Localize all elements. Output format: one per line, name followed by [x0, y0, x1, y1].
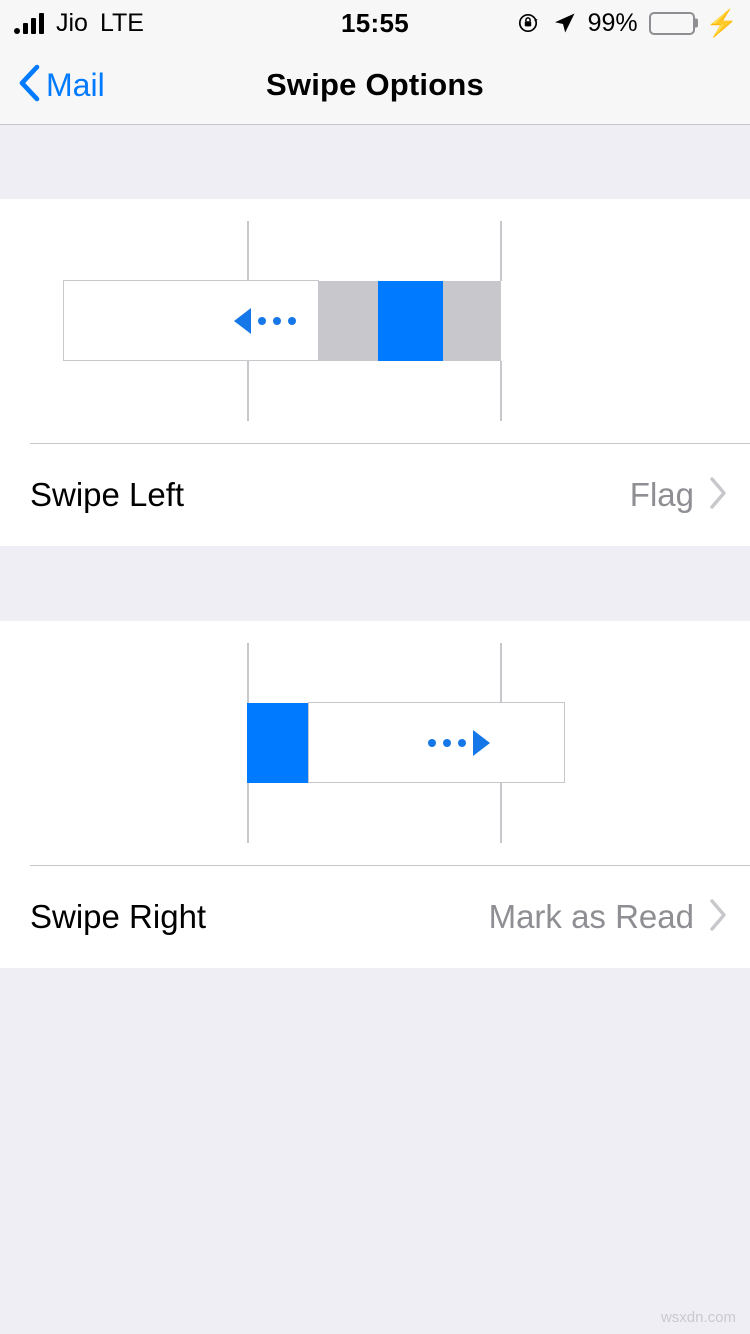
location-arrow-icon	[552, 11, 577, 36]
guide-line-left-lower	[247, 361, 249, 421]
battery-percent-label: 99%	[587, 8, 638, 37]
group-spacer-bottom	[0, 968, 750, 1302]
navigation-bar: Mail Swipe Options	[0, 46, 750, 125]
guide-line-left-lower	[247, 783, 249, 843]
guide-line-right	[500, 643, 502, 703]
swipe-left-label: Swipe Left	[30, 476, 185, 513]
triangle-right-glyph	[473, 729, 490, 756]
status-bar-right: 99% ⚡	[517, 0, 738, 46]
rotation-lock-icon	[517, 11, 541, 35]
charging-bolt-icon: ⚡	[705, 8, 738, 38]
swipe-left-section: Swipe Left Flag	[0, 199, 750, 546]
guide-line-right-lower	[500, 783, 502, 843]
swipe-right-row[interactable]: Swipe Right Mark as Read	[0, 866, 750, 968]
swipe-right-row-right: Mark as Read	[489, 898, 728, 937]
message-cell	[63, 280, 319, 361]
status-bar: Jio LTE 15:55 99% ⚡	[0, 0, 750, 46]
swipe-left-row[interactable]: Swipe Left Flag	[0, 444, 750, 546]
arrow-left-ellipsis-icon	[234, 307, 296, 334]
swipe-left-value: Flag	[629, 476, 694, 513]
swipe-left-row-right: Flag	[630, 476, 728, 515]
battery-icon	[648, 11, 698, 35]
group-spacer-top	[0, 125, 750, 199]
page-title: Swipe Options	[266, 67, 484, 102]
swipe-right-label: Swipe Right	[30, 898, 207, 935]
ellipsis-dots-glyph	[258, 316, 296, 325]
guide-line-left	[247, 221, 249, 281]
triangle-left-glyph	[234, 307, 251, 334]
swipe-right-illustration	[0, 621, 750, 865]
watermark: wsxdn.com	[660, 1309, 736, 1326]
swipe-right-value: Mark as Read	[488, 898, 694, 935]
guide-line-left	[247, 643, 249, 703]
guide-line-right	[500, 221, 502, 281]
action-highlight-blue	[378, 281, 443, 361]
chevron-right-icon	[708, 476, 728, 515]
message-cell	[308, 702, 565, 783]
battery-cap	[694, 18, 698, 28]
arrow-right-ellipsis-icon	[428, 729, 490, 756]
swipe-right-section: Swipe Right Mark as Read	[0, 621, 750, 968]
guide-line-right-lower	[500, 361, 502, 421]
group-spacer-middle	[0, 546, 750, 621]
ellipsis-dots-glyph	[428, 738, 466, 747]
chevron-right-icon	[708, 898, 728, 937]
action-highlight-blue	[247, 703, 309, 783]
swipe-left-illustration	[0, 199, 750, 443]
